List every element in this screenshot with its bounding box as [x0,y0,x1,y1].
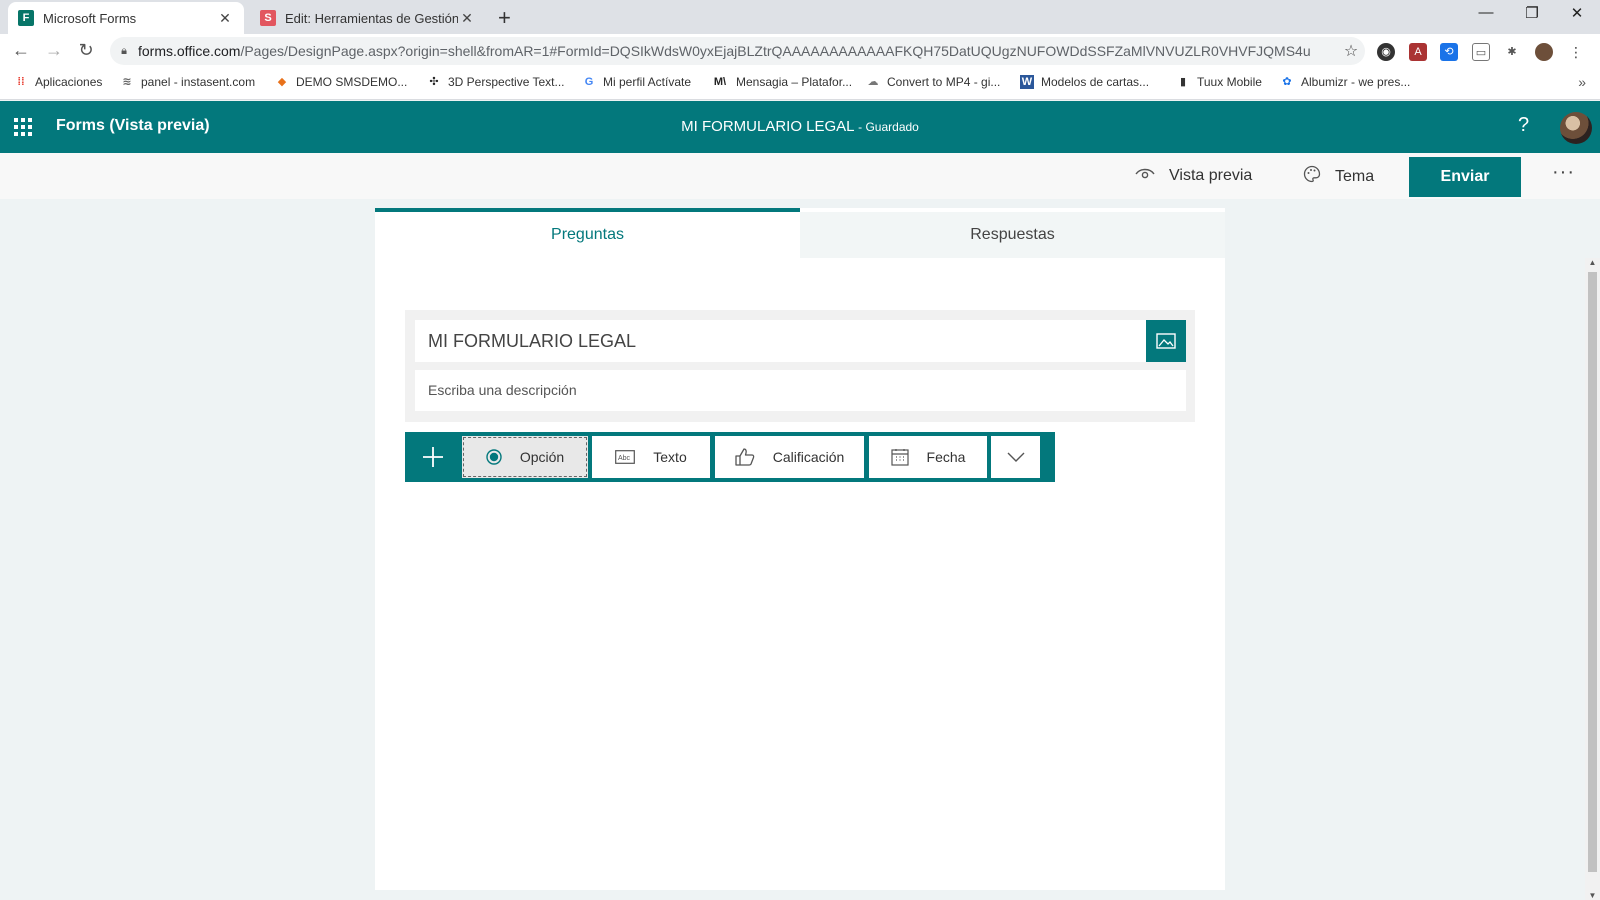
instasent-icon: ≋ [122,76,132,88]
cloud-icon: ☁︎ [867,76,879,88]
close-window-icon[interactable]: ✕ [1562,4,1592,22]
mensagia-icon: M\ [713,76,727,88]
bookmark-mensagia[interactable]: M\ Mensagia – Platafor... [711,75,852,89]
extension-shield-icon[interactable]: ◉ [1377,43,1395,61]
scroll-up-icon[interactable]: ▲ [1585,258,1600,267]
saved-status: - Guardado [858,120,919,134]
bookmark-3d-perspective[interactable]: ✣ 3D Perspective Text... [427,75,564,89]
form-description-field[interactable]: Escriba una descripción [415,370,1186,411]
bookmark-demo-sms[interactable]: ◆ DEMO SMSDEMO... [275,75,408,89]
close-tab-icon[interactable]: ✕ [216,10,234,27]
lock-icon: 🔒︎ [121,44,127,57]
help-icon[interactable]: ? [1518,114,1529,137]
tab-questions[interactable]: Preguntas [375,208,800,258]
bookmark-instasent[interactable]: ≋ panel - instasent.com [120,75,255,89]
restore-icon[interactable]: ❐ [1517,4,1547,22]
more-question-types-button[interactable] [991,436,1040,478]
svg-text:Abc: Abc [618,455,631,462]
browser-tab-forms[interactable]: F Microsoft Forms ✕ [8,2,244,34]
radio-icon [486,449,502,465]
demo-icon: ◆ [277,76,287,88]
forms-favicon-icon: F [18,10,34,26]
tab-title: Microsoft Forms [43,10,137,26]
forms-app-bar: Forms (Vista previa) MI FORMULARIO LEGAL… [0,101,1600,153]
back-icon[interactable]: ← [10,40,32,61]
preview-button[interactable]: Vista previa [1135,165,1252,186]
form-title-field[interactable]: MI FORMULARIO LEGAL [415,320,1146,362]
tuux-icon: ▮ [1179,76,1187,88]
add-rating-question-button[interactable]: Calificación [715,436,864,478]
word-icon: W [1020,75,1034,89]
user-avatar[interactable] [1560,112,1592,144]
albumizr-icon: ✿ [1282,76,1292,88]
more-options-icon[interactable]: ··· [1552,161,1575,184]
add-date-question-button[interactable]: Fecha [869,436,987,478]
bookmark-star-icon[interactable]: ☆ [1337,41,1365,61]
google-icon: G [584,76,594,88]
add-question-bar: Opción Abc Texto Calificación Fecha [405,432,1055,482]
bookmark-aplicaciones[interactable]: ⁞⁞ Aplicaciones [14,75,102,89]
s-favicon-icon: S [260,10,276,26]
text-abc-icon: Abc [615,450,636,464]
browser-menu-icon[interactable]: ⋮ [1567,43,1585,61]
form-header-section: MI FORMULARIO LEGAL Escriba una descripc… [405,310,1195,422]
cast-icon[interactable]: ▭ [1472,43,1490,61]
browser-tab-edit[interactable]: S Edit: Herramientas de Gestión Di ✕ [250,2,486,34]
tab-title: Edit: Herramientas de Gestión Di [285,10,458,26]
add-text-question-button[interactable]: Abc Texto [592,436,710,478]
insert-image-button[interactable] [1146,320,1186,362]
bookmark-albumizr[interactable]: ✿ Albumizr - we pres... [1280,75,1410,89]
add-question-button[interactable] [405,432,460,482]
profile-avatar-icon[interactable] [1535,43,1553,61]
browser-tab-bar: F Microsoft Forms ✕ S Edit: Herramientas… [0,0,1600,34]
command-bar: Vista previa Tema Enviar ··· [0,153,1600,199]
minimize-icon[interactable]: — [1471,4,1501,21]
plus-icon [422,447,443,467]
scroll-down-icon[interactable]: ▼ [1585,891,1600,900]
send-button[interactable]: Enviar [1409,157,1521,197]
address-bar[interactable]: 🔒︎ forms.office.com/Pages/DesignPage.asp… [110,37,1365,65]
bookmark-modelos-cartas[interactable]: W Modelos de cartas... [1020,75,1149,89]
pdf-extension-icon[interactable]: A [1409,43,1427,61]
extension-blue-icon[interactable]: ⟲ [1440,43,1458,61]
forward-icon[interactable]: → [43,40,65,61]
palette-icon [1303,165,1321,188]
chevron-down-icon [1007,452,1024,462]
calendar-icon [890,448,909,466]
form-designer-card: Preguntas Respuestas MI FORMULARIO LEGAL… [375,208,1225,890]
url-text[interactable]: forms.office.com/Pages/DesignPage.aspx?o… [138,43,1337,59]
header-form-title: MI FORMULARIO LEGAL - Guardado [681,118,919,135]
image-icon [1156,333,1176,349]
tab-responses[interactable]: Respuestas [800,212,1225,258]
theme-button[interactable]: Tema [1303,165,1374,188]
bookmark-convert-mp4[interactable]: ☁︎ Convert to MP4 - gi... [866,75,1001,89]
apps-grid-icon: ⁞⁞ [17,76,25,88]
close-tab-icon[interactable]: ✕ [458,10,476,27]
thumbs-up-icon [735,448,755,466]
eye-icon [1135,165,1155,186]
bookmark-tuux[interactable]: ▮ Tuux Mobile [1176,75,1262,89]
reload-icon[interactable]: ↻ [75,40,97,61]
new-tab-icon[interactable]: + [498,5,511,31]
bookmarks-overflow-icon[interactable]: » [1578,74,1586,90]
scrollbar-thumb[interactable] [1588,272,1597,872]
perspective-icon: ✣ [429,76,439,88]
designer-tabs: Preguntas Respuestas [375,208,1225,258]
bookmarks-bar: ⁞⁞ Aplicaciones ≋ panel - instasent.com ◆ D… [0,68,1600,100]
page-scrollbar[interactable]: ▲ ▼ [1585,258,1600,900]
bookmark-mi-perfil[interactable]: G Mi perfil Actívate [582,75,691,89]
add-choice-question-button[interactable]: Opción [462,436,588,478]
extensions-puzzle-icon[interactable]: ✱ [1503,43,1521,61]
browser-toolbar: ← → ↻ 🔒︎ forms.office.com/Pages/DesignPa… [0,34,1600,68]
